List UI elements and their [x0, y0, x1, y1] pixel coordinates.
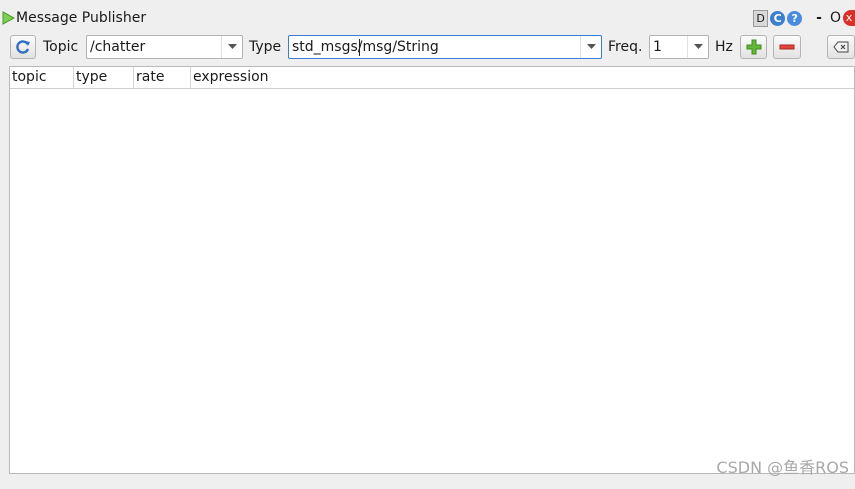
- minus-icon: [779, 44, 795, 50]
- close-icon[interactable]: x: [843, 10, 855, 26]
- column-header-expression[interactable]: expression: [191, 67, 491, 88]
- play-icon: [2, 11, 15, 25]
- publisher-table[interactable]: topic type rate expression: [9, 66, 855, 474]
- reload-icon[interactable]: C: [770, 10, 786, 26]
- maximize-button[interactable]: O: [830, 10, 841, 26]
- column-header-topic[interactable]: topic: [10, 67, 74, 88]
- hz-label: Hz: [715, 39, 733, 55]
- freq-value: 1: [653, 39, 662, 55]
- topic-value: /chatter: [90, 39, 146, 55]
- column-header-rate[interactable]: rate: [134, 67, 191, 88]
- type-value: std_msgs/msg/String: [292, 39, 439, 55]
- plus-icon: [746, 39, 761, 55]
- clear-button[interactable]: [827, 35, 855, 59]
- freq-combo[interactable]: 1: [649, 35, 709, 59]
- dock-button[interactable]: D: [753, 9, 769, 27]
- help-icon[interactable]: ?: [787, 10, 803, 26]
- minimize-button[interactable]: -: [816, 10, 822, 26]
- topic-label: Topic: [43, 39, 79, 55]
- type-label: Type: [249, 39, 282, 55]
- remove-publisher-button[interactable]: [773, 35, 801, 59]
- window-title: Message Publisher: [16, 10, 147, 26]
- title-bar: Message Publisher D C ? - O x: [0, 7, 855, 29]
- chevron-down-icon[interactable]: [580, 36, 601, 58]
- chevron-down-icon[interactable]: [221, 36, 242, 58]
- table-header: topic type rate expression: [10, 67, 854, 89]
- topic-combo[interactable]: /chatter: [86, 35, 243, 59]
- column-header-type[interactable]: type: [74, 67, 134, 88]
- chevron-down-icon[interactable]: [687, 36, 708, 58]
- text-cursor: [359, 39, 360, 56]
- watermark: CSDN @鱼香ROS: [716, 458, 849, 477]
- publisher-toolbar: Topic /chatter Type std_msgs/msg/String …: [0, 34, 855, 62]
- freq-label: Freq.: [608, 39, 643, 55]
- add-publisher-button[interactable]: [740, 35, 767, 59]
- type-combo[interactable]: std_msgs/msg/String: [288, 35, 602, 59]
- refresh-icon: [16, 40, 30, 54]
- clear-icon: [833, 41, 849, 53]
- refresh-button[interactable]: [10, 35, 36, 59]
